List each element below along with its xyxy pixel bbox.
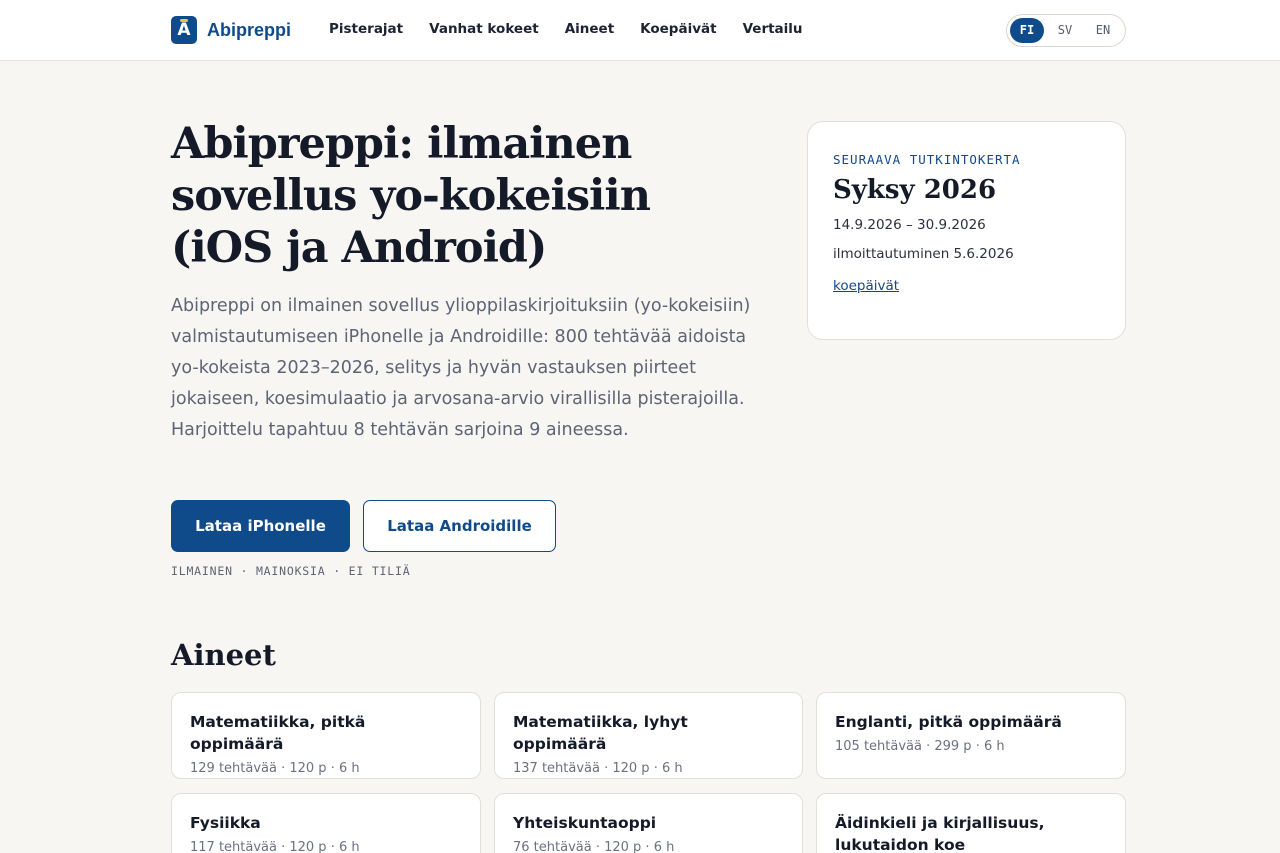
brand-logo[interactable]: A Abipreppi xyxy=(171,16,291,44)
nav-link-aineet[interactable]: Aineet xyxy=(565,21,614,37)
logo-icon: A xyxy=(171,16,197,44)
subject-name: Fysiikka xyxy=(190,814,261,832)
language-option-sv[interactable]: SV xyxy=(1048,18,1082,43)
nav-link-pisterajat[interactable]: Pisterajat xyxy=(329,21,403,37)
subject-meta: 117 tehtävää · 120 p · 6 h xyxy=(190,840,360,853)
subject-card[interactable]: Yhteiskuntaoppi 76 tehtävää · 120 p · 6 … xyxy=(494,793,803,853)
subject-name: Äidinkieli ja kirjallisuus, lukutaidon k… xyxy=(835,814,1045,853)
exam-registration: ilmoittautuminen 5.6.2026 xyxy=(833,246,1014,262)
language-option-fi[interactable]: FI xyxy=(1010,18,1044,43)
exam-title: Syksy 2026 xyxy=(833,175,997,205)
nav-link-vanhat-kokeet[interactable]: Vanhat kokeet xyxy=(429,21,539,37)
download-android-button[interactable]: Lataa Androidille xyxy=(363,500,556,552)
language-switcher: FI SV EN xyxy=(1006,14,1126,47)
hero-description: Abipreppi on ilmainen sovellus ylioppila… xyxy=(171,296,751,440)
subjects-title: Aineet xyxy=(171,638,276,672)
subject-meta: 129 tehtävää · 120 p · 6 h xyxy=(190,761,360,776)
subject-card[interactable]: Matematiikka, lyhyt oppimäärä 137 tehtäv… xyxy=(494,692,803,779)
main-nav: Pisterajat Vanhat kokeet Aineet Koepäivä… xyxy=(329,21,803,37)
subject-card[interactable]: Matematiikka, pitkä oppimäärä 129 tehtäv… xyxy=(171,692,481,779)
brand-name: Abipreppi xyxy=(207,19,291,40)
exam-kicker: SEURAAVA TUTKINTOKERTA xyxy=(833,152,1021,167)
subject-meta: 76 tehtävää · 120 p · 6 h xyxy=(513,840,675,853)
language-option-en[interactable]: EN xyxy=(1086,18,1120,43)
subject-name: Yhteiskuntaoppi xyxy=(513,814,657,832)
subject-name: Englanti, pitkä oppimäärä xyxy=(835,713,1062,731)
subjects-grid: Matematiikka, pitkä oppimäärä 129 tehtäv… xyxy=(171,692,1126,853)
subject-meta: 105 tehtävää · 299 p · 6 h xyxy=(835,739,1005,754)
subject-card[interactable]: Englanti, pitkä oppimäärä 105 tehtävää ·… xyxy=(816,692,1126,779)
hero-title: Abipreppi: ilmainen sovellus yo-kokeisii… xyxy=(171,119,651,273)
nav-link-koepaivat[interactable]: Koepäivät xyxy=(640,21,716,37)
hero-tagline: ILMAINEN · MAINOKSIA · EI TILIÄ xyxy=(171,564,411,578)
exam-dates-link[interactable]: koepäivät xyxy=(833,278,899,294)
top-navigation-bar: A Abipreppi Pisterajat Vanhat kokeet Ain… xyxy=(0,0,1280,61)
subject-meta: 137 tehtävää · 120 p · 6 h xyxy=(513,761,683,776)
subject-card[interactable]: Fysiikka 117 tehtävää · 120 p · 6 h xyxy=(171,793,481,853)
exam-dates: 14.9.2026 – 30.9.2026 xyxy=(833,217,986,233)
subject-name: Matematiikka, pitkä oppimäärä xyxy=(190,713,366,753)
download-ios-button[interactable]: Lataa iPhonelle xyxy=(171,500,350,552)
nav-link-vertailu[interactable]: Vertailu xyxy=(743,21,803,37)
next-exam-card: SEURAAVA TUTKINTOKERTA Syksy 2026 14.9.2… xyxy=(807,121,1126,340)
subject-card[interactable]: Äidinkieli ja kirjallisuus, lukutaidon k… xyxy=(816,793,1126,853)
subject-name: Matematiikka, lyhyt oppimäärä xyxy=(513,713,688,753)
